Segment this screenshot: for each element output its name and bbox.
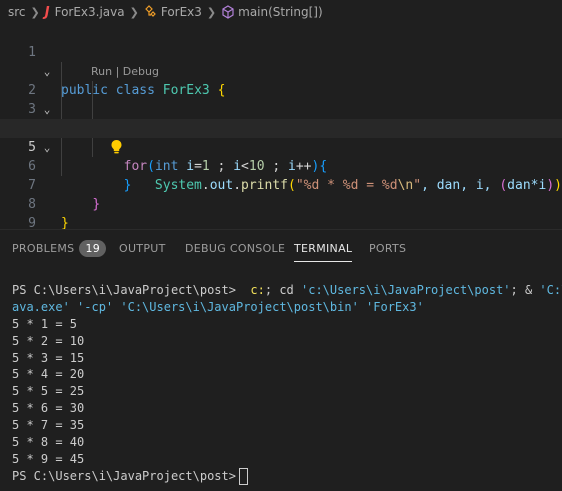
tab-label: PORTS bbox=[369, 242, 407, 255]
method-symbol-icon bbox=[221, 5, 235, 19]
terminal-token: ; & bbox=[510, 283, 540, 297]
breadcrumb-method[interactable]: main(String[]) bbox=[238, 5, 323, 19]
terminal-token: ; cd bbox=[264, 283, 301, 297]
terminal-token: 'ForEx3' bbox=[366, 299, 424, 314]
terminal-token: 'c:\Users\i\JavaProject\post' bbox=[301, 283, 511, 297]
tab-label: OUTPUT bbox=[119, 242, 166, 255]
terminal-command-line: ava.exe' '-cp' 'C:\Users\i\JavaProject\p… bbox=[12, 299, 562, 316]
terminal-output-line: 5 * 9 = 45 bbox=[12, 451, 85, 466]
terminal-output-line: 5 * 1 = 5 bbox=[12, 316, 78, 331]
terminal-output-line: 5 * 6 = 30 bbox=[12, 401, 85, 416]
breadcrumb-class[interactable]: ForEx3 bbox=[161, 5, 202, 19]
code-line[interactable]: 1 ⌄ public class ForEx3 { bbox=[0, 24, 562, 98]
codelens-row: Run | Debug bbox=[0, 43, 562, 78]
terminal-output-line: 5 * 3 = 15 bbox=[12, 350, 85, 365]
code-line[interactable]: 7 } bbox=[0, 157, 562, 212]
terminal-command-line: PS C:\Users\i\JavaProject\post> c:; cd '… bbox=[12, 282, 562, 299]
tab-label: PROBLEMS bbox=[12, 242, 75, 255]
tab-ports[interactable]: PORTS bbox=[369, 230, 406, 268]
terminal-output-line: 5 * 8 = 40 bbox=[12, 435, 85, 450]
code-line[interactable]: 8 } bbox=[0, 176, 562, 231]
terminal-output[interactable]: PS C:\Users\i\JavaProject\post> c:; cd '… bbox=[12, 282, 562, 485]
panel-tabs: PROBLEMS 19 OUTPUT DEBUG CONSOLE TERMINAL… bbox=[0, 230, 562, 268]
class-symbol-icon bbox=[144, 5, 158, 19]
code-line[interactable]: 2 ⌄ public static void main(String[] kkk… bbox=[0, 62, 562, 136]
code-line-active[interactable]: 5 System.out.printf("%d * %d = %d\n", da… bbox=[0, 119, 562, 193]
code-line[interactable]: 4 ⌄ for(int i=1 ; i<10 ; i++){ bbox=[0, 100, 562, 174]
terminal-output-line: 5 * 2 = 10 bbox=[12, 333, 85, 348]
tab-output[interactable]: OUTPUT bbox=[119, 230, 166, 268]
terminal-token: ava.exe' bbox=[12, 299, 70, 314]
terminal-output-line: 5 * 5 = 25 bbox=[12, 384, 85, 399]
terminal-token: '-cp' bbox=[69, 299, 121, 314]
terminal-prompt: PS C:\Users\i\JavaProject\post> bbox=[12, 468, 236, 483]
tab-debug-console[interactable]: DEBUG CONSOLE bbox=[185, 230, 285, 268]
terminal-cursor bbox=[238, 467, 248, 485]
code-editor[interactable]: 1 ⌄ public class ForEx3 { Run | Debug 2 … bbox=[0, 24, 562, 231]
breadcrumb-file[interactable]: ForEx3.java bbox=[55, 5, 125, 19]
chevron-right-icon: ❯ bbox=[129, 5, 139, 19]
problems-count-badge: 19 bbox=[79, 240, 107, 257]
breadcrumb-folder[interactable]: src bbox=[8, 5, 26, 19]
code-line[interactable]: 9 bbox=[0, 195, 562, 231]
terminal-output-line: 5 * 7 = 35 bbox=[12, 418, 85, 433]
chevron-right-icon: ❯ bbox=[206, 5, 217, 19]
code-line[interactable]: 6 } bbox=[0, 138, 562, 193]
tab-problems[interactable]: PROBLEMS 19 bbox=[12, 230, 107, 268]
terminal-token: c: bbox=[250, 283, 265, 297]
terminal-prompt: PS C:\Users\i\JavaProject\post> bbox=[12, 283, 236, 297]
tab-terminal[interactable]: TERMINAL bbox=[294, 230, 353, 268]
terminal-token: 'C:\Users\i\JavaProject\post\bin' bbox=[120, 299, 359, 314]
terminal-output-line: 5 * 4 = 20 bbox=[12, 367, 85, 382]
tab-label: DEBUG CONSOLE bbox=[185, 242, 286, 255]
java-file-icon: J bbox=[44, 4, 50, 20]
chevron-right-icon: ❯ bbox=[30, 5, 40, 19]
terminal-token: 'C:\Pr bbox=[539, 283, 562, 297]
tab-label: TERMINAL bbox=[294, 242, 353, 255]
breadcrumb: src ❯ J ForEx3.java ❯ ForEx3 ❯ main(Stri… bbox=[0, 0, 562, 24]
terminal-prompt-line[interactable]: PS C:\Users\i\JavaProject\post> bbox=[12, 467, 562, 485]
code-line[interactable]: 3 int dan = 5; bbox=[0, 81, 562, 136]
